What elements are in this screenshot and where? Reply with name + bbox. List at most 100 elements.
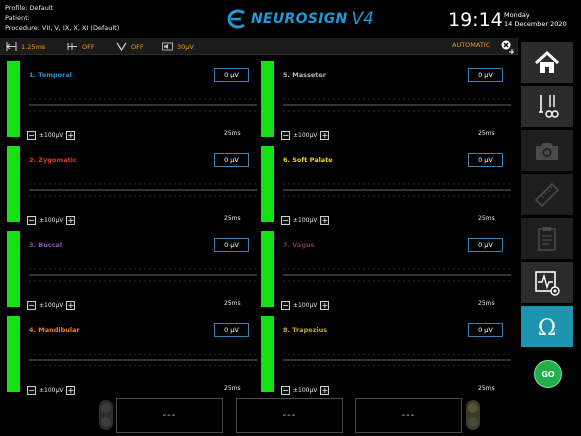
clipboard-icon: [538, 226, 556, 251]
profile-label: Profile: Default: [5, 4, 54, 12]
home-button[interactable]: [521, 42, 573, 83]
range-increase-button[interactable]: +: [320, 301, 330, 310]
range-increase-button[interactable]: +: [66, 301, 76, 310]
range-controls: − ±100µV +: [281, 130, 330, 141]
logo-text: NEUROSIGN: [251, 11, 348, 27]
channel-title: 1. Temporal: [29, 71, 72, 79]
time-label: 25ms: [478, 215, 495, 222]
signal-level-bar: [261, 231, 274, 307]
range-increase-button[interactable]: +: [320, 131, 330, 140]
channel-trace: [29, 353, 257, 367]
camera-button[interactable]: [521, 130, 573, 171]
range-controls: − ±100µV +: [27, 385, 76, 396]
range-decrease-button[interactable]: −: [281, 131, 290, 140]
range-increase-button[interactable]: +: [66, 386, 76, 395]
range-controls: − ±100µV +: [27, 130, 76, 141]
channel-title: 5. Masseter: [283, 71, 326, 79]
range-controls: − ±100µV +: [281, 300, 330, 311]
readout-box-3: ---: [355, 398, 462, 433]
signal-level-bar: [261, 146, 274, 222]
channel-value-box: 0 µV: [214, 238, 249, 252]
signal-level-bar: [261, 316, 274, 392]
channel-trace: [29, 183, 257, 197]
waveform-settings-button[interactable]: [521, 262, 573, 303]
channel-title: 4. Mandibular: [29, 326, 80, 334]
range-increase-button[interactable]: +: [66, 216, 76, 225]
signal-toolbar: 1.25ms OFF OFF 30µV AUTOMATIC: [0, 38, 518, 55]
range-decrease-button[interactable]: −: [281, 301, 290, 310]
time-label: 25ms: [224, 215, 241, 222]
omega-button[interactable]: Ω: [521, 306, 573, 347]
header: Profile: Default Patient: Procedure: VII…: [0, 0, 581, 38]
range-controls: − ±100µV +: [281, 385, 330, 396]
time-label: 25ms: [478, 385, 495, 392]
threshold-value: 30µV: [177, 42, 194, 51]
timebase-value: 1.25ms: [21, 42, 46, 51]
filter1-control[interactable]: OFF: [67, 38, 95, 55]
logo-version: V4: [351, 9, 374, 29]
ruler-button[interactable]: [521, 174, 573, 215]
range-label: ±100µV: [293, 132, 318, 139]
range-decrease-button[interactable]: −: [281, 386, 290, 395]
filter2-control[interactable]: OFF: [116, 38, 144, 55]
channel-panel[interactable]: 2. Zygomatic 0 µV − ±100µV +25ms: [7, 146, 262, 231]
channel-panel[interactable]: 1. Temporal 0 µV − ±100µV +25ms: [7, 61, 262, 146]
range-label: ±100µV: [293, 387, 318, 394]
range-label: ±100µV: [39, 387, 64, 394]
procedure-label: Procedure: VII, V, IX, X, XI (Default): [5, 24, 120, 32]
signal-level-bar: [7, 231, 20, 307]
right-knob-icon[interactable]: [465, 399, 481, 431]
readout-box-2: ---: [236, 398, 343, 433]
range-decrease-button[interactable]: −: [27, 301, 36, 310]
channel-panel[interactable]: 4. Mandibular 0 µV − ±100µV +25ms: [7, 316, 262, 401]
range-increase-button[interactable]: +: [320, 216, 330, 225]
channel-value-box: 0 µV: [214, 323, 249, 337]
time-label: 25ms: [224, 300, 241, 307]
waveform-settings-icon: [535, 270, 560, 296]
range-decrease-button[interactable]: −: [27, 386, 36, 395]
range-decrease-button[interactable]: −: [27, 216, 36, 225]
channel-title: 2. Zygomatic: [29, 156, 77, 164]
channel-panel[interactable]: 5. Masseter 0 µV − ±100µV +25ms: [261, 61, 516, 146]
omega-icon: Ω: [538, 316, 556, 341]
channel-trace: [283, 183, 511, 197]
range-increase-button[interactable]: +: [66, 131, 76, 140]
left-knob-icon[interactable]: [98, 399, 114, 431]
timebase-control[interactable]: 1.25ms: [6, 38, 45, 55]
channel-panel[interactable]: 3. Buccal 0 µV − ±100µV +25ms: [7, 231, 262, 316]
channel-panel[interactable]: 7. Vagus 0 µV − ±100µV +25ms: [261, 231, 516, 316]
channel-title: 3. Buccal: [29, 241, 63, 249]
channel-title: 6. Soft Palate: [283, 156, 333, 164]
channel-trace: [283, 98, 511, 112]
clipboard-button[interactable]: [521, 218, 573, 259]
channel-value-box: 0 µV: [468, 323, 503, 337]
channel-panel[interactable]: 8. Trapezius 0 µV − ±100µV +25ms: [261, 316, 516, 401]
instruments-button[interactable]: [521, 86, 573, 127]
range-controls: − ±100µV +: [27, 300, 76, 311]
channel-panel[interactable]: 6. Soft Palate 0 µV − ±100µV +25ms: [261, 146, 516, 231]
range-label: ±100µV: [39, 217, 64, 224]
signal-level-bar: [7, 61, 20, 137]
range-label: ±100µV: [293, 302, 318, 309]
channel-value-box: 0 µV: [214, 153, 249, 167]
channel-trace: [29, 98, 257, 112]
time-label: 25ms: [224, 385, 241, 392]
time-label: 25ms: [478, 130, 495, 137]
date-label: 14 December 2020: [504, 20, 567, 28]
notch-filter-icon: [116, 42, 127, 52]
auto-mode-toggle-icon[interactable]: [500, 39, 516, 55]
channel-title: 8. Trapezius: [283, 326, 328, 334]
range-decrease-button[interactable]: −: [27, 131, 36, 140]
go-button[interactable]: GO: [534, 360, 562, 388]
right-sidebar: Ω GO: [520, 38, 576, 436]
speaker-threshold-icon: [162, 42, 173, 51]
threshold-control[interactable]: 30µV: [162, 38, 194, 55]
channel-trace: [283, 268, 511, 282]
range-label: ±100µV: [293, 217, 318, 224]
signal-level-bar: [7, 316, 20, 392]
range-increase-button[interactable]: +: [320, 386, 330, 395]
channel-value-box: 0 µV: [468, 238, 503, 252]
neurosign-logo: NEUROSIGN V4: [224, 7, 374, 31]
range-decrease-button[interactable]: −: [281, 216, 290, 225]
range-label: ±100µV: [39, 302, 64, 309]
